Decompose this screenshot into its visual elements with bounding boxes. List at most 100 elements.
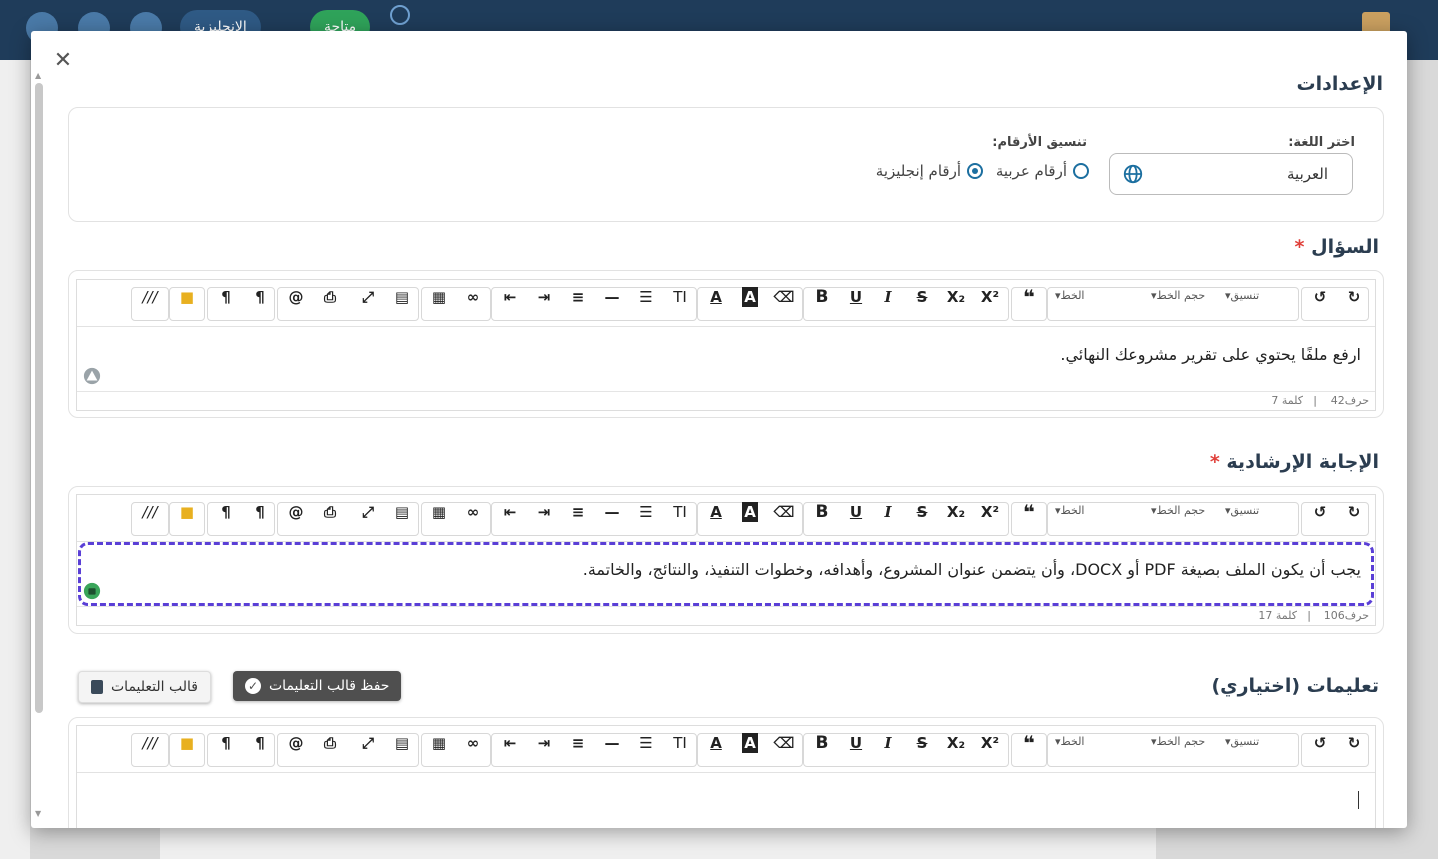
superscript-icon[interactable]: X² (979, 733, 1001, 753)
scroll-up-icon[interactable]: ▲ (35, 71, 41, 80)
underline-icon[interactable]: U (845, 733, 867, 753)
rtl-icon[interactable]: ¶ (249, 502, 271, 522)
question-content[interactable]: ارفع ملفًا يحتوي على تقرير مشروعك النهائ… (77, 327, 1375, 391)
subscript-icon[interactable]: X₂ (945, 733, 967, 753)
align-icon[interactable]: ≡ (567, 287, 589, 307)
superscript-icon[interactable]: X² (979, 502, 1001, 522)
blockquote-icon[interactable]: ❝ (1018, 733, 1040, 753)
font-size-select[interactable]: ▾حجم الخط (1151, 504, 1205, 517)
folder-icon[interactable]: ■ (176, 733, 198, 753)
guide-answer-text[interactable]: يجب أن يكون الملف بصيغة PDF أو DOCX، وأن… (583, 560, 1361, 579)
font-select[interactable]: ▾الخط (1055, 735, 1084, 748)
highlight-color-icon[interactable]: A (742, 733, 758, 753)
print-icon[interactable]: ⎙ (319, 287, 341, 307)
outdent-icon[interactable]: ⇤ (499, 502, 521, 522)
font-size-select[interactable]: ▾حجم الخط (1151, 735, 1205, 748)
blockquote-icon[interactable]: ❝ (1018, 287, 1040, 307)
page-break-icon[interactable]: ▤ (391, 733, 413, 753)
fullscreen-icon[interactable]: ⤢ (357, 733, 379, 753)
table-icon[interactable]: ▦ (428, 733, 450, 753)
indent-icon[interactable]: ⇥ (533, 733, 555, 753)
align-icon[interactable]: ≡ (567, 502, 589, 522)
blockquote-icon[interactable]: ❝ (1018, 502, 1040, 522)
mention-icon[interactable]: @ (285, 502, 307, 522)
language-select[interactable]: العربية (1109, 153, 1353, 195)
redo-icon[interactable]: ↻ (1343, 502, 1365, 522)
underline-icon[interactable]: U (845, 287, 867, 307)
eraser-icon[interactable]: ⌫ (773, 502, 795, 522)
horizontal-line-icon[interactable]: — (601, 733, 623, 753)
scroll-down-icon[interactable]: ▼ (35, 809, 41, 818)
folder-icon[interactable]: ■ (176, 287, 198, 307)
format-select[interactable]: ▾تنسيق (1225, 504, 1259, 517)
page-break-icon[interactable]: ▤ (391, 502, 413, 522)
redo-icon[interactable]: ↻ (1343, 733, 1365, 753)
italic-icon[interactable]: I (877, 287, 899, 307)
eraser-icon[interactable]: ⌫ (773, 287, 795, 307)
radio-arabic-numbers[interactable]: أرقام عربية (996, 162, 1089, 180)
highlight-color-icon[interactable]: A (742, 502, 758, 522)
format-select[interactable]: ▾تنسيق (1225, 735, 1259, 748)
close-icon[interactable]: ✕ (51, 49, 75, 73)
rtl-icon[interactable]: ¶ (249, 733, 271, 753)
subscript-icon[interactable]: X₂ (945, 287, 967, 307)
font-color-icon[interactable]: A (705, 502, 727, 522)
print-icon[interactable]: ⎙ (319, 502, 341, 522)
line-height-icon[interactable]: TI (669, 502, 691, 522)
save-template-button[interactable]: ✓ حفظ قالب التعليمات (233, 671, 402, 701)
mention-icon[interactable]: @ (285, 733, 307, 753)
underline-icon[interactable]: U (845, 502, 867, 522)
template-button[interactable]: قالب التعليمات (78, 671, 211, 703)
numbered-list-icon[interactable]: ☰ (635, 287, 657, 307)
instructions-content[interactable] (77, 773, 1375, 828)
table-icon[interactable]: ▦ (428, 502, 450, 522)
italic-icon[interactable]: I (877, 733, 899, 753)
bold-icon[interactable]: B (811, 287, 833, 307)
folder-icon[interactable]: ■ (176, 502, 198, 522)
outdent-icon[interactable]: ⇤ (499, 287, 521, 307)
bold-icon[interactable]: B (811, 502, 833, 522)
indent-icon[interactable]: ⇥ (533, 502, 555, 522)
redo-icon[interactable]: ↻ (1343, 287, 1365, 307)
print-icon[interactable]: ⎙ (319, 733, 341, 753)
fullscreen-icon[interactable]: ⤢ (357, 287, 379, 307)
horizontal-line-icon[interactable]: — (601, 502, 623, 522)
numbered-list-icon[interactable]: ☰ (635, 733, 657, 753)
undo-icon[interactable]: ↺ (1309, 733, 1331, 753)
line-height-icon[interactable]: TI (669, 287, 691, 307)
font-select[interactable]: ▾الخط (1055, 289, 1084, 302)
bold-icon[interactable]: B (811, 733, 833, 753)
subscript-icon[interactable]: X₂ (945, 502, 967, 522)
font-color-icon[interactable]: A (705, 287, 727, 307)
undo-icon[interactable]: ↺ (1309, 287, 1331, 307)
rtl-icon[interactable]: ¶ (249, 287, 271, 307)
numbered-list-icon[interactable]: ☰ (635, 502, 657, 522)
radio-english-numbers[interactable]: أرقام إنجليزية (876, 162, 983, 180)
italic-icon[interactable]: I (877, 502, 899, 522)
ltr-icon[interactable]: ¶ (215, 733, 237, 753)
mention-icon[interactable]: @ (285, 287, 307, 307)
line-height-icon[interactable]: TI (669, 733, 691, 753)
format-select[interactable]: ▾تنسيق (1225, 289, 1259, 302)
page-break-icon[interactable]: ▤ (391, 287, 413, 307)
question-text[interactable]: ارفع ملفًا يحتوي على تقرير مشروعك النهائ… (1060, 345, 1361, 364)
ltr-icon[interactable]: ¶ (215, 502, 237, 522)
scrollbar[interactable] (35, 83, 43, 713)
align-icon[interactable]: ≡ (567, 733, 589, 753)
strikethrough-icon[interactable]: S (911, 502, 933, 522)
font-color-icon[interactable]: A (705, 733, 727, 753)
strikethrough-icon[interactable]: S (911, 733, 933, 753)
guide-answer-content[interactable]: يجب أن يكون الملف بصيغة PDF أو DOCX، وأن… (77, 542, 1375, 606)
undo-icon[interactable]: ↺ (1309, 502, 1331, 522)
link-icon[interactable]: ∞ (462, 287, 484, 307)
table-icon[interactable]: ▦ (428, 287, 450, 307)
outdent-icon[interactable]: ⇤ (499, 733, 521, 753)
font-select[interactable]: ▾الخط (1055, 504, 1084, 517)
strikethrough-icon[interactable]: S (911, 287, 933, 307)
link-icon[interactable]: ∞ (462, 502, 484, 522)
clear-format-icon[interactable]: /// (139, 287, 161, 307)
radio-english-circle[interactable] (967, 163, 983, 179)
horizontal-line-icon[interactable]: — (601, 287, 623, 307)
clear-format-icon[interactable]: /// (139, 502, 161, 522)
font-size-select[interactable]: ▾حجم الخط (1151, 289, 1205, 302)
